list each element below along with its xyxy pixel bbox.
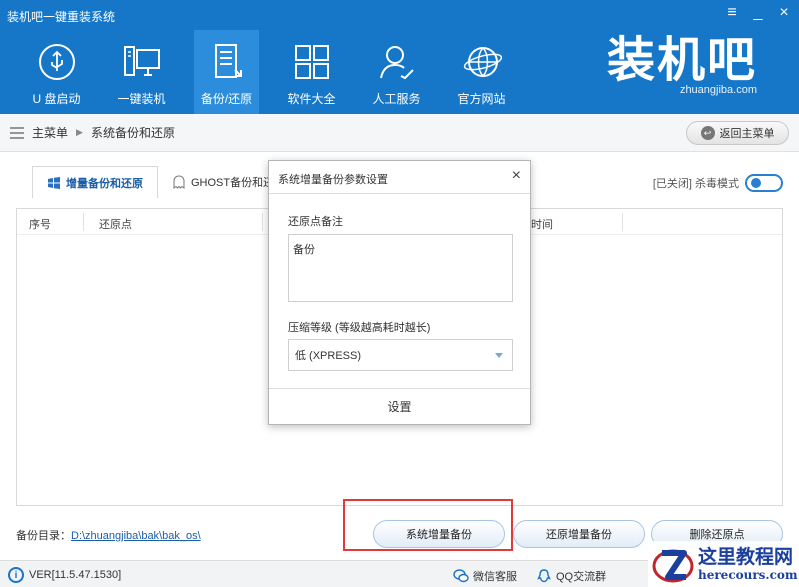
nav-label: 备份/还原	[200, 92, 253, 106]
back-arrow-icon: ↩	[700, 126, 715, 140]
note-textarea[interactable]: 备份	[288, 234, 513, 302]
minimize-button[interactable]: _	[751, 4, 765, 22]
grid-icon	[294, 45, 329, 79]
usb-icon	[38, 44, 75, 80]
breadcrumb-home[interactable]: 主菜单	[32, 124, 68, 141]
wechat-icon	[453, 569, 469, 583]
compression-level-select[interactable]: 低 (XPRESS)	[288, 339, 513, 371]
document-icon	[214, 44, 242, 78]
nav-item-usb-boot[interactable]: U 盘启动	[24, 30, 89, 114]
version-text: VER[11.5.47.1530]	[29, 569, 122, 581]
restore-incremental-button[interactable]: 还原增量备份	[513, 520, 645, 548]
wechat-label: 微信客服	[473, 571, 517, 583]
nav-label: 软件大全	[287, 92, 336, 106]
close-button[interactable]: ×	[777, 4, 791, 22]
incremental-backup-button[interactable]: 系统增量备份	[373, 520, 505, 548]
tab-label: 增量备份和还原	[66, 177, 143, 190]
nav-label: 官方网站	[457, 92, 506, 106]
nav-item-software[interactable]: 软件大全	[279, 30, 344, 114]
breadcrumb: 主菜单 ▶ 系统备份和还原 ↩ 返回主菜单	[0, 114, 799, 152]
note-label: 还原点备注	[288, 216, 343, 228]
info-icon: i	[8, 567, 24, 583]
tab-label: GHOST备份和还	[191, 177, 275, 189]
qq-icon	[537, 569, 551, 583]
watermark-cn: 这里教程网	[698, 546, 794, 568]
back-button-label: 返回主菜单	[719, 128, 775, 140]
list-icon	[10, 126, 24, 139]
dialog-title: 系统增量备份参数设置	[278, 174, 388, 186]
antivirus-toggle[interactable]	[745, 174, 783, 192]
nav-item-backup-restore[interactable]: 备份/还原	[194, 30, 259, 114]
main-nav: U 盘启动 一键装机 备份/还原 软件大全 人工服务 官方网站	[0, 30, 514, 114]
chevron-right-icon: ▶	[76, 127, 83, 137]
dialog-header: 系统增量备份参数设置 ×	[269, 161, 530, 194]
backup-directory: 备份目录：D:\zhuangjiba\bak\bak_os\	[16, 527, 201, 543]
compression-level-label: 压缩等级 (等级越高耗时越长)	[288, 322, 431, 334]
back-to-main-button[interactable]: ↩ 返回主菜单	[686, 121, 789, 145]
nav-label: U 盘启动	[32, 92, 81, 106]
nav-item-one-click-install[interactable]: 一键装机	[109, 30, 174, 114]
ghost-icon	[173, 175, 185, 189]
antivirus-label: [已关闭] 杀毒模式	[652, 178, 739, 190]
compression-level-value: 低 (XPRESS)	[295, 350, 362, 362]
chevron-down-icon	[495, 353, 503, 358]
brand-logo: 装机吧	[606, 32, 757, 88]
qq-group-link[interactable]: QQ交流群	[536, 568, 606, 584]
antivirus-mode: [已关闭] 杀毒模式	[653, 174, 783, 192]
watermark-en: herecours.com	[698, 568, 798, 582]
windows-icon	[48, 176, 60, 189]
window-controls: ≡ _ ×	[725, 4, 791, 22]
nav-label: 人工服务	[372, 92, 421, 106]
column-header-restore-point: 还原点	[99, 219, 132, 231]
app-header: 装机吧一键重装系统 ≡ _ × U 盘启动 一键装机 备份/还原 软件大全 人工…	[0, 0, 799, 114]
monitor-icon	[123, 46, 160, 76]
tab-incremental-backup[interactable]: 增量备份和还原	[32, 166, 158, 198]
globe-icon	[463, 47, 502, 77]
nav-label: 一键装机	[117, 92, 166, 106]
backup-dir-label: 备份目录：	[16, 530, 71, 542]
window-title: 装机吧一键重装系统	[7, 10, 116, 24]
confirm-label: 设置	[387, 400, 412, 414]
site-watermark: 这里教程网 herecours.com	[648, 541, 799, 587]
dialog-confirm-button[interactable]: 设置	[269, 388, 530, 424]
brand: 装机吧 zhuangjiba.com	[607, 34, 757, 96]
qq-label: QQ交流群	[556, 571, 607, 583]
version-info: i VER[11.5.47.1530]	[8, 567, 121, 583]
incremental-backup-settings-dialog: 系统增量备份参数设置 × 还原点备注 备份 压缩等级 (等级越高耗时越长) 低 …	[268, 160, 531, 425]
watermark-logo-icon	[652, 549, 694, 583]
nav-item-official-site[interactable]: 官方网站	[449, 30, 514, 114]
wechat-service-link[interactable]: 微信客服	[453, 568, 517, 584]
menu-icon[interactable]: ≡	[725, 4, 739, 22]
nav-item-manual-service[interactable]: 人工服务	[364, 30, 429, 114]
backup-dir-link[interactable]: D:\zhuangjiba\bak\bak_os\	[71, 530, 201, 542]
tab-bar: 增量备份和还原 GHOST备份和还	[32, 166, 288, 198]
column-header-index: 序号	[29, 219, 51, 231]
dialog-close-button[interactable]: ×	[512, 167, 521, 185]
person-icon	[379, 46, 414, 80]
breadcrumb-current: 系统备份和还原	[90, 126, 175, 140]
column-header-time: 时间	[531, 219, 553, 231]
